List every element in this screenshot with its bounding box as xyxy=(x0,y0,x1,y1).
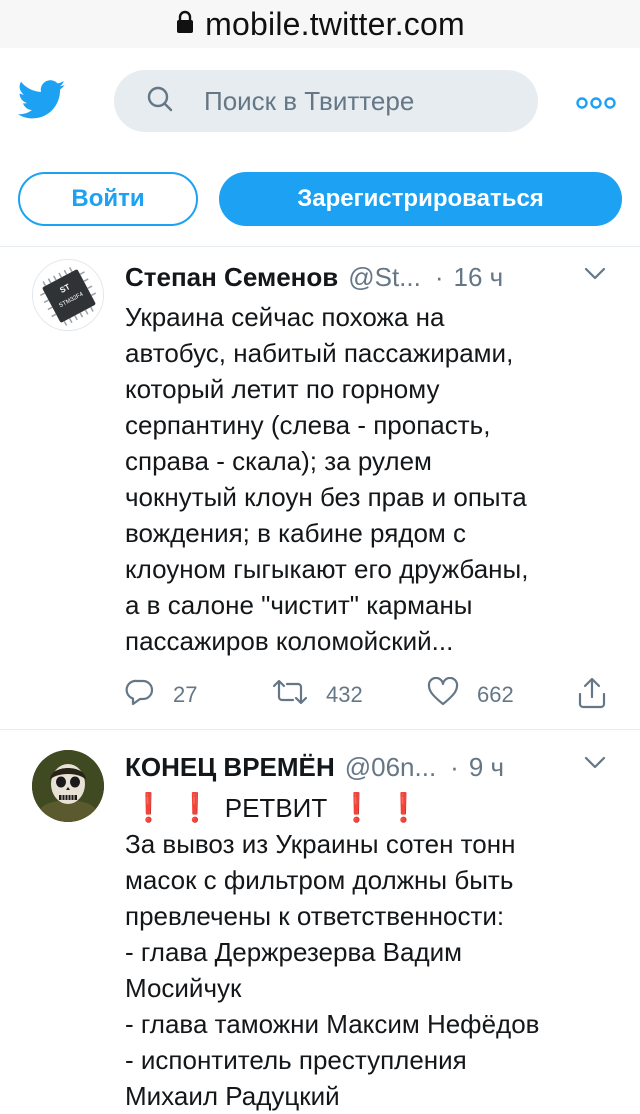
separator-dot: · xyxy=(434,262,444,292)
like-button[interactable]: 662 xyxy=(427,676,514,713)
tweet-text-line: вождения; в кабине рядом с xyxy=(125,518,466,548)
reply-button[interactable]: 27 xyxy=(125,677,197,713)
tweet-text-line: клоуном гыгыкают его дружбаны, xyxy=(125,554,529,584)
tweet-time[interactable]: 9 ч xyxy=(469,752,504,783)
reply-icon xyxy=(125,677,155,713)
tweet-text-line: - глава Держрезерва Вадим xyxy=(125,937,463,967)
author-name[interactable]: Степан Семенов xyxy=(125,262,338,293)
share-button[interactable] xyxy=(577,677,607,715)
exclamation-icon: ❗ xyxy=(339,792,375,823)
tweet-text-line: чокнутый клоун без прав и опыта xyxy=(125,482,527,512)
top-header: Поиск в Твиттере xyxy=(0,60,640,144)
retweet-icon xyxy=(272,677,308,713)
tweet-time[interactable]: 16 ч xyxy=(454,262,504,293)
separator-dot: · xyxy=(450,752,459,782)
tweet-text: ❗ ❗ РЕТВИТ ❗ ❗ За вывоз из Украины сотен… xyxy=(125,790,625,1114)
tweet-header: Степан Семенов @St... · 16 ч xyxy=(125,262,503,293)
tweet-text-line: - глава таможни Максим Нефёдов xyxy=(125,1009,540,1039)
avatar[interactable]: ST STM32F4 xyxy=(32,259,104,331)
retweet-count: 432 xyxy=(326,682,363,707)
tweet-text-line: превлечены к ответственности: xyxy=(125,901,505,931)
tweet-text-line: серпантину (слева - пропасть, xyxy=(125,410,491,440)
tweet-actions: 27 432 662 xyxy=(125,676,615,715)
exclamation-icon: ❗ xyxy=(177,792,213,823)
retweet-banner: ❗ ❗ РЕТВИТ ❗ ❗ xyxy=(125,790,625,826)
lock-icon xyxy=(175,10,195,39)
tweet-text: Украина сейчас похожа на автобус, набиты… xyxy=(125,299,625,659)
reply-count: 27 xyxy=(173,682,198,707)
exclamation-icon: ❗ xyxy=(386,792,421,823)
tweet-text-line: За вывоз из Украины сотен тонн xyxy=(125,829,516,859)
tweet-text-line: Мосийчук xyxy=(125,973,242,1003)
chevron-down-icon[interactable] xyxy=(584,267,606,286)
tweet-text-line: Михаил Радуцкий xyxy=(125,1081,340,1111)
author-name[interactable]: КОНЕЦ ВРЕМЁН xyxy=(125,752,335,783)
chevron-down-icon[interactable] xyxy=(584,756,606,775)
like-count: 662 xyxy=(477,682,514,707)
tweet-text-line: а в салоне "чистит" карманы xyxy=(125,590,473,620)
tweet-text-line: - испонтитель преступления xyxy=(125,1045,467,1075)
exclamation-icon: ❗ xyxy=(131,792,166,823)
login-button[interactable]: Войти xyxy=(18,172,198,226)
tweet-text-line: справа - скала); за рулем xyxy=(125,446,432,476)
twitter-bird-icon[interactable] xyxy=(17,80,66,125)
url-text: mobile.twitter.com xyxy=(205,5,465,42)
retweet-button[interactable]: 432 xyxy=(272,677,363,713)
author-handle[interactable]: @St... xyxy=(348,262,421,293)
tweet-text-line: автобус, набитый пассажирами, xyxy=(125,338,514,368)
search-field[interactable]: Поиск в Твиттере xyxy=(114,70,538,132)
tweet[interactable]: ST STM32F4 Степан Семенов @St... · 16 ч … xyxy=(0,247,640,730)
author-handle[interactable]: @06n... xyxy=(345,752,436,783)
tweet-text-line: масок с фильтром должны быть xyxy=(125,865,514,895)
avatar[interactable] xyxy=(32,750,104,822)
browser-url-bar[interactable]: mobile.twitter.com xyxy=(0,0,640,48)
heart-icon xyxy=(427,676,459,713)
more-options-icon[interactable] xyxy=(576,96,616,115)
tweet-text-line: пассажиров коломойский... xyxy=(125,626,454,656)
search-placeholder: Поиск в Твиттере xyxy=(204,85,415,116)
tweet-text-line: который летит по горному xyxy=(125,374,440,404)
search-icon xyxy=(146,85,174,118)
share-icon xyxy=(577,677,607,715)
retweet-word: РЕТВИТ xyxy=(224,793,328,823)
tweet[interactable]: КОНЕЦ ВРЕМЁН @06n... · 9 ч ❗ ❗ РЕТВИТ ❗ … xyxy=(0,730,640,1111)
tweet-text-line: Украина сейчас похожа на xyxy=(125,302,445,332)
tweet-header: КОНЕЦ ВРЕМЁН @06n... · 9 ч xyxy=(125,752,504,783)
signup-button[interactable]: Зарегистрироваться xyxy=(219,172,622,226)
